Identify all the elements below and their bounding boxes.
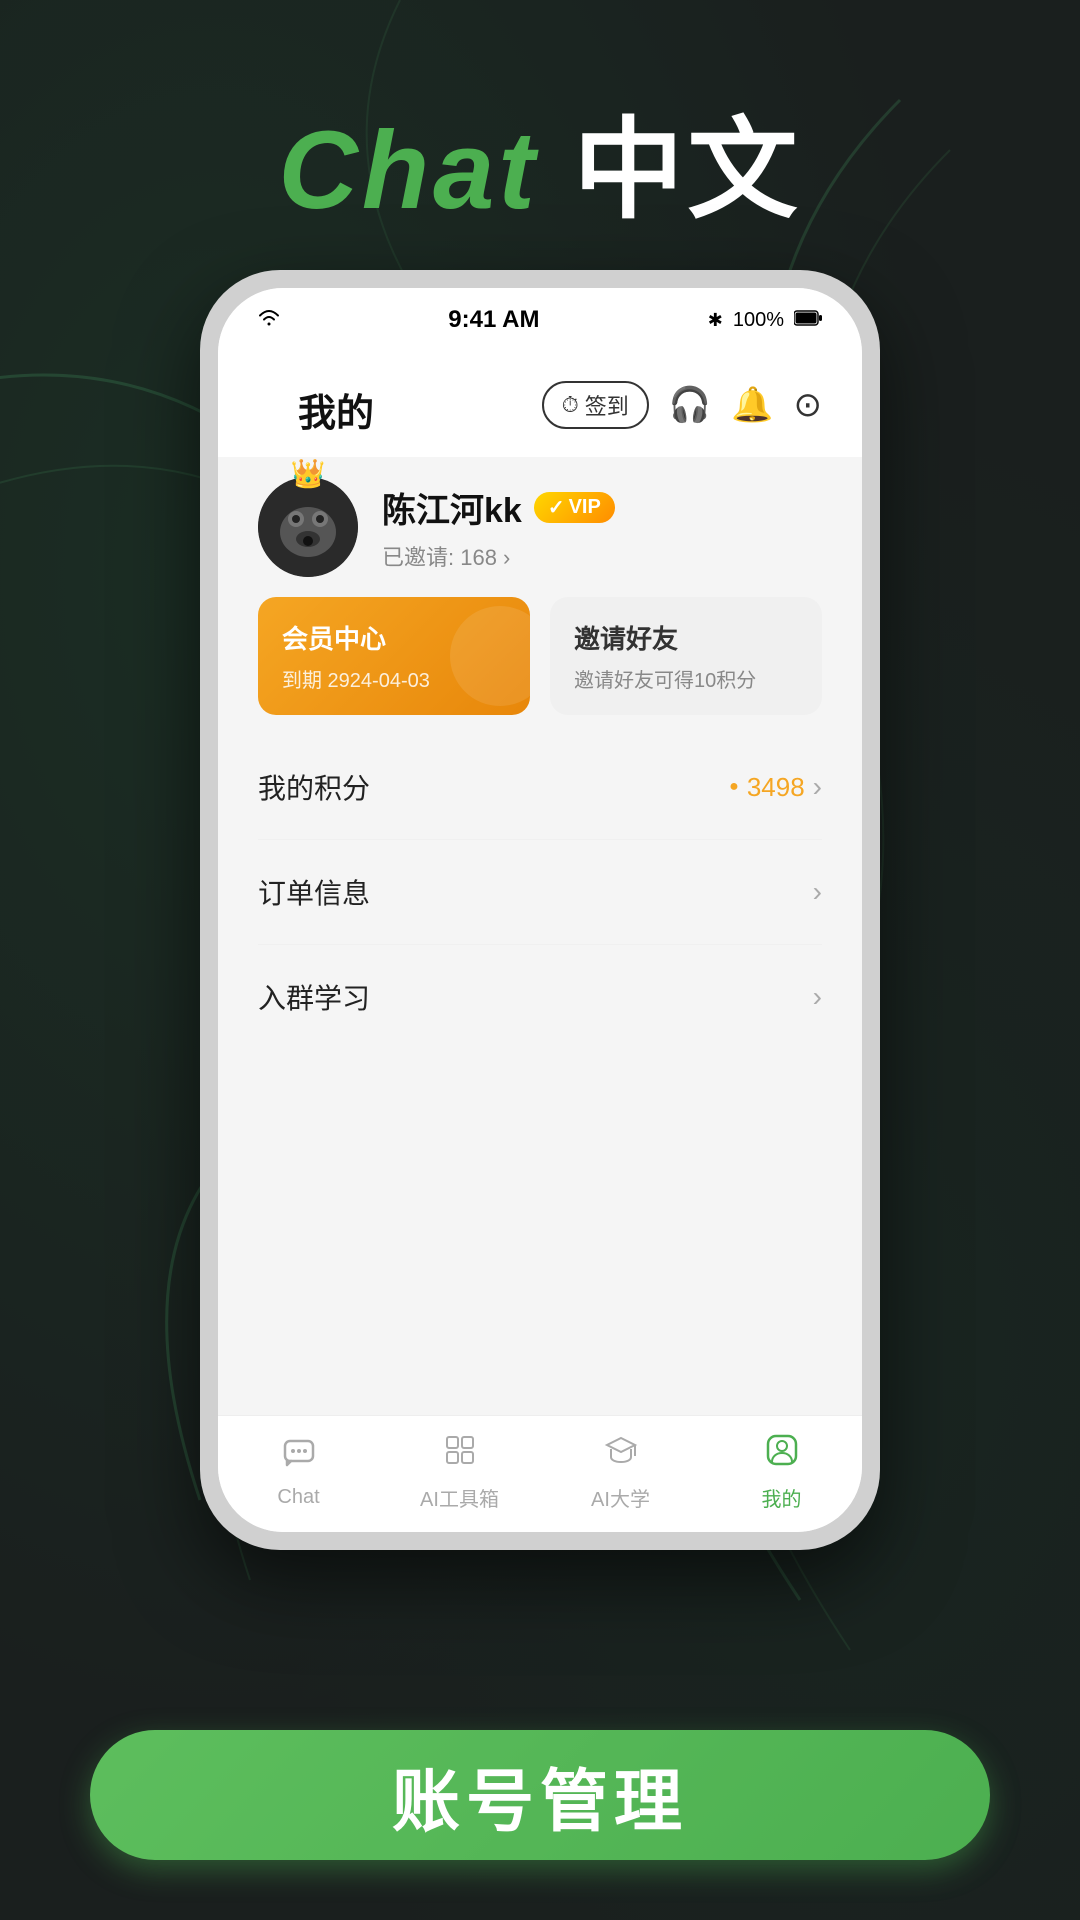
coin-icon: ● — [729, 778, 739, 796]
profile-info: 陈江河kk ✓ VIP 已邀请: 168 › — [382, 483, 822, 572]
battery-level: 100% — [733, 309, 784, 332]
member-center-card[interactable]: 会员中心 到期 2924-04-03 — [258, 597, 530, 715]
status-bar: 9:41 AM ✱ 100% — [218, 288, 862, 342]
invite-card-title: 邀请好友 — [574, 619, 798, 656]
account-management-label: 账号管理 — [392, 1746, 688, 1845]
clock-icon: ⏱ — [562, 392, 579, 418]
cards-row: 会员中心 到期 2924-04-03 邀请好友 邀请好友可得10积分 — [218, 597, 862, 735]
tab-ai-tools[interactable]: AI工具箱 — [400, 1432, 520, 1512]
bluetooth-icon: ✱ — [708, 310, 723, 331]
battery-icon — [794, 310, 822, 331]
order-chevron: › — [813, 876, 822, 908]
app-nav: 我的 ⏱ 签到 🎧 🔔 ⊙ — [218, 342, 862, 457]
tab-my[interactable]: 我的 — [722, 1432, 842, 1512]
tab-chat[interactable]: Chat — [239, 1435, 359, 1509]
account-management-button[interactable]: 账号管理 — [90, 1730, 990, 1860]
my-points-label: 我的积分 — [258, 767, 370, 807]
status-time: 9:41 AM — [448, 306, 539, 334]
profile-section: 👑 陈江河kk — [218, 457, 862, 597]
order-info-right: › — [813, 876, 822, 908]
member-card-title: 会员中心 — [282, 619, 506, 656]
ai-uni-tab-label: AI大学 — [591, 1483, 650, 1512]
phone-mockup: 9:41 AM ✱ 100% 我的 ⏱ 签到 — [200, 270, 880, 1550]
profile-name-row: 陈江河kk ✓ VIP — [382, 483, 822, 532]
nav-actions: ⏱ 签到 🎧 🔔 ⊙ — [542, 381, 822, 429]
group-learning-right: › — [813, 981, 822, 1013]
sign-btn-label: 签到 — [585, 389, 629, 421]
group-learning-label: 入群学习 — [258, 977, 370, 1017]
ai-uni-tab-icon — [603, 1432, 639, 1477]
order-info-label: 订单信息 — [258, 872, 370, 912]
bottom-nav: Chat AI工具箱 — [218, 1415, 862, 1532]
avatar — [258, 477, 358, 577]
my-tab-label: 我的 — [762, 1483, 802, 1512]
nav-title: 我的 — [258, 362, 414, 447]
order-info-item[interactable]: 订单信息 › — [258, 840, 822, 945]
sign-in-button[interactable]: ⏱ 签到 — [542, 381, 649, 429]
invite-card-subtitle: 邀请好友可得10积分 — [574, 664, 798, 693]
group-chevron: › — [813, 981, 822, 1013]
invite-friends-card[interactable]: 邀请好友 邀请好友可得10积分 — [550, 597, 822, 715]
title-chat: Chat — [278, 109, 538, 232]
chat-tab-label: Chat — [277, 1486, 319, 1509]
camera-icon[interactable]: ⊙ — [794, 385, 823, 425]
points-value: 3498 — [747, 772, 805, 803]
title-chinese: 中文 — [574, 109, 802, 232]
profile-name: 陈江河kk — [382, 483, 522, 532]
member-card-subtitle: 到期 2924-04-03 — [282, 664, 506, 693]
ai-tools-tab-label: AI工具箱 — [420, 1483, 499, 1512]
page-title: Chat 中文 — [0, 80, 1080, 240]
avatar-wrapper[interactable]: 👑 — [258, 477, 358, 577]
crown-icon: 👑 — [291, 457, 326, 490]
bell-icon[interactable]: 🔔 — [731, 385, 773, 425]
wifi-icon — [258, 308, 280, 332]
tab-ai-university[interactable]: AI大学 — [561, 1432, 681, 1512]
vip-label: VIP — [569, 496, 601, 519]
my-points-item[interactable]: 我的积分 ● 3498 › — [258, 735, 822, 840]
vip-check-icon: ✓ — [548, 495, 565, 520]
status-icons: ✱ 100% — [708, 309, 822, 332]
my-points-right: ● 3498 › — [729, 771, 822, 803]
menu-list: 我的积分 ● 3498 › 订单信息 › 入群学习 › — [218, 735, 862, 1415]
chat-tab-icon — [281, 1435, 317, 1480]
points-chevron: › — [813, 771, 822, 803]
my-tab-icon — [764, 1432, 800, 1477]
headphones-icon[interactable]: 🎧 — [669, 385, 711, 425]
profile-invite[interactable]: 已邀请: 168 › — [382, 540, 822, 572]
ai-tools-tab-icon — [442, 1432, 478, 1477]
group-learning-item[interactable]: 入群学习 › — [258, 945, 822, 1049]
vip-badge: ✓ VIP — [534, 492, 615, 523]
phone-inner: 9:41 AM ✱ 100% 我的 ⏱ 签到 — [218, 288, 862, 1532]
